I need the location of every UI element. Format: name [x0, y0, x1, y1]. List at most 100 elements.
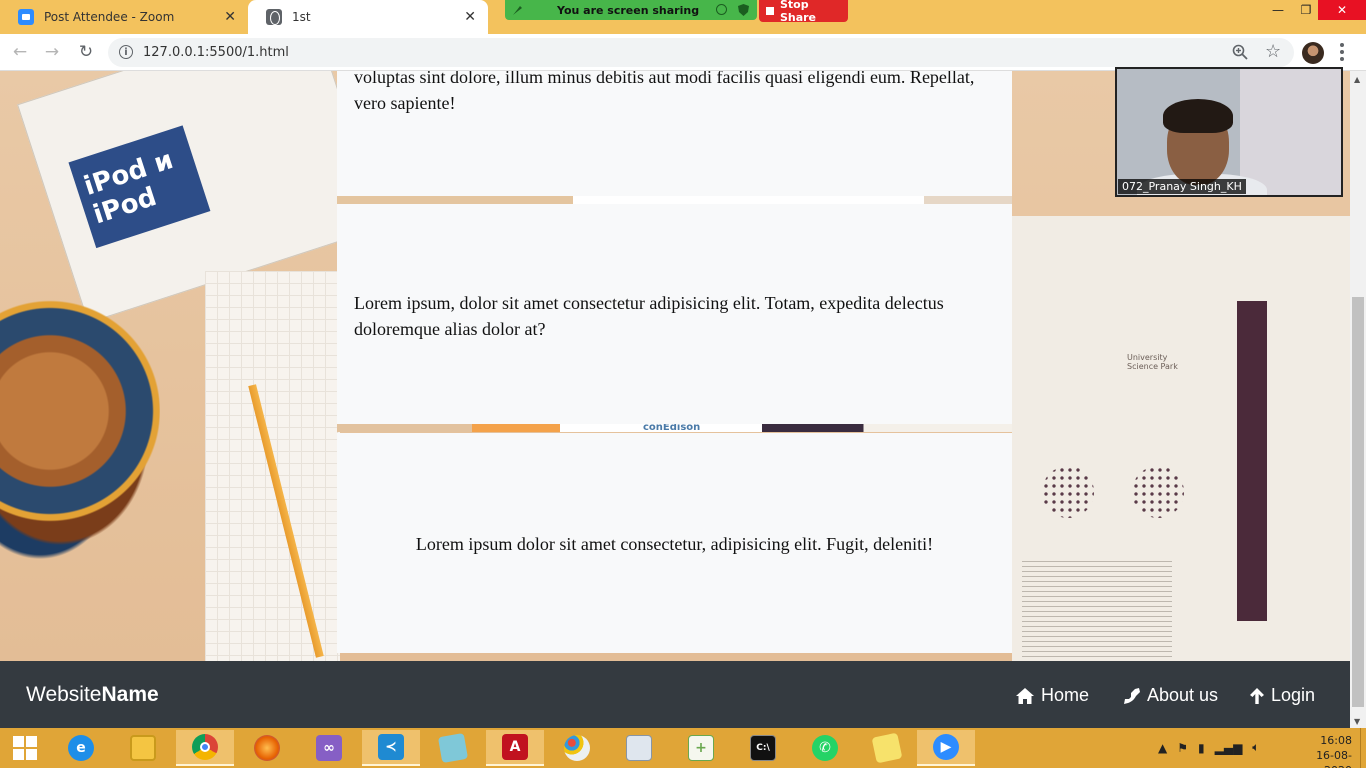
globe-icon — [266, 9, 282, 25]
participant-name: 072_Pranay Singh_KH — [1118, 179, 1246, 194]
battery-icon[interactable]: ▮ — [1198, 741, 1205, 755]
tab-title: 1st — [292, 10, 311, 24]
info-icon[interactable]: i — [119, 45, 133, 59]
taskbar-visual-studio[interactable]: ∞ — [300, 730, 358, 766]
firefox-icon — [254, 735, 280, 761]
taskbar-calculator[interactable] — [610, 730, 668, 766]
book-text-column — [1022, 561, 1072, 661]
nav-label: Home — [1041, 685, 1090, 705]
taskbar-chrome[interactable] — [176, 730, 234, 766]
stop-share-button[interactable]: Stop Share — [759, 0, 848, 24]
card-text: Lorem ipsum, dolor sit amet consectetur … — [354, 293, 944, 339]
nav-about-link[interactable]: About us — [1123, 685, 1218, 706]
nav-home-link[interactable]: Home — [1015, 685, 1089, 706]
address-bar[interactable]: i 127.0.0.1:5500/1.html ☆ — [108, 38, 1294, 67]
paint-palette-icon — [564, 735, 590, 761]
window-close-button[interactable]: ✕ — [1318, 0, 1366, 20]
notepad-plus-icon: + — [688, 735, 714, 761]
taskbar-ie[interactable]: e — [52, 730, 110, 766]
site-footer-nav: WebsiteName Home About us Login — [0, 661, 1350, 728]
taskbar-acrobat[interactable]: A — [486, 730, 544, 766]
bookmark-star-icon[interactable]: ☆ — [1265, 41, 1281, 62]
zoom-app-icon: ▶ — [933, 734, 959, 760]
zoom-icon — [18, 9, 34, 25]
reload-icon[interactable]: ↻ — [76, 42, 96, 62]
content-card: Lorem ipsum dolor sit amet consectetur, … — [337, 433, 1012, 653]
chrome-icon — [192, 734, 218, 760]
start-button[interactable] — [0, 730, 50, 766]
system-tray[interactable]: ▲ ⚑ ▮ ▂▄▆ 🔈︎ — [1158, 740, 1260, 755]
taskbar-clock[interactable]: 16:08 16-08-2020 — [1300, 733, 1352, 768]
kebab-menu-icon[interactable] — [1340, 43, 1344, 61]
taskbar-file-explorer[interactable] — [114, 730, 172, 766]
pin-icon — [513, 6, 522, 15]
back-arrow-icon[interactable]: ← — [10, 42, 30, 62]
nav-label: Login — [1271, 685, 1316, 705]
notepad-icon — [437, 732, 469, 764]
terminal-icon: C:\ — [750, 735, 776, 761]
scroll-down-icon[interactable]: ▼ — [1354, 717, 1360, 726]
zoom-participant-video[interactable]: 072_Pranay Singh_KH — [1115, 67, 1343, 197]
stop-icon — [766, 7, 774, 15]
background-right-book-image: University Science Park — [1012, 216, 1350, 661]
home-icon — [1016, 687, 1034, 704]
page-scrollbar[interactable]: ▲ ▼ — [1350, 71, 1366, 728]
acrobat-icon: A — [502, 734, 528, 760]
taskbar-notepad[interactable] — [424, 730, 482, 766]
status-dot-icon — [716, 4, 727, 15]
shield-icon — [738, 4, 749, 16]
brand-bold: Name — [101, 683, 159, 706]
card-text: voluptas sint dolore, illum minus debiti… — [354, 71, 975, 113]
close-icon[interactable]: ✕ — [464, 9, 476, 25]
url-text: 127.0.0.1:5500/1.html — [143, 45, 289, 60]
nav-login-link[interactable]: Login — [1249, 685, 1315, 706]
phone-icon — [1124, 687, 1140, 704]
folder-icon — [130, 735, 156, 761]
book-text-column — [1122, 561, 1172, 661]
vscode-icon: ≺ — [378, 734, 404, 760]
taskbar-sticky-notes[interactable] — [858, 730, 916, 766]
book-spine-image — [1237, 301, 1267, 621]
windows-logo-icon — [13, 736, 37, 760]
visual-studio-icon: ∞ — [316, 735, 342, 761]
forward-arrow-icon[interactable]: → — [42, 42, 62, 62]
stop-share-label: Stop Share — [779, 0, 817, 24]
card-text: Lorem ipsum dolor sit amet consectetur, … — [415, 534, 934, 554]
scroll-up-icon[interactable]: ▲ — [1354, 75, 1360, 84]
taskbar-zoom[interactable]: ▶ — [917, 730, 975, 766]
tab-title: Post Attendee - Zoom — [44, 10, 175, 24]
chevron-up-icon[interactable]: ▲ — [1158, 741, 1167, 755]
taskbar-cmd[interactable]: C:\ — [734, 730, 792, 766]
clock-date: 16-08-2020 — [1316, 749, 1352, 768]
book-text-column — [1072, 561, 1122, 661]
brand-logo[interactable]: WebsiteName — [26, 683, 159, 707]
flag-icon[interactable]: ⚑ — [1177, 741, 1188, 755]
internet-explorer-icon: e — [68, 735, 94, 761]
taskbar-paint[interactable] — [548, 730, 606, 766]
tab-zoom[interactable]: Post Attendee - Zoom ✕ — [0, 0, 248, 34]
arrow-up-icon — [1250, 687, 1264, 704]
zoom-magnifier-icon[interactable] — [1232, 44, 1248, 60]
content-card: Lorem ipsum, dolor sit amet consectetur … — [337, 204, 1012, 424]
book-right-label: University Science Park — [1127, 353, 1178, 371]
taskbar-whatsapp[interactable]: ✆ — [796, 730, 854, 766]
profile-avatar[interactable] — [1302, 42, 1324, 64]
taskbar-firefox[interactable] — [238, 730, 296, 766]
zoom-share-bar[interactable]: You are screen sharing — [505, 0, 757, 20]
background-strip: conEdison — [337, 422, 1012, 433]
brand-prefix: Website — [26, 683, 102, 706]
content-card: voluptas sint dolore, illum minus debiti… — [337, 71, 1012, 196]
calculator-icon — [626, 735, 652, 761]
show-desktop-button[interactable] — [1360, 728, 1366, 768]
dot-pattern-image — [1042, 466, 1094, 518]
taskbar-vscode[interactable]: ≺ — [362, 730, 420, 766]
signal-icon[interactable]: ▂▄▆ — [1215, 741, 1243, 755]
taskbar-notepad-plus[interactable]: + — [672, 730, 730, 766]
sticky-notes-icon — [871, 732, 903, 764]
volume-icon[interactable]: 🔈︎ — [1252, 740, 1259, 755]
scrollbar-thumb[interactable] — [1352, 297, 1364, 707]
dot-pattern-image — [1132, 466, 1184, 518]
close-icon[interactable]: ✕ — [224, 9, 236, 25]
sharing-status: You are screen sharing — [557, 3, 700, 17]
tab-1st[interactable]: 1st ✕ — [248, 0, 488, 34]
